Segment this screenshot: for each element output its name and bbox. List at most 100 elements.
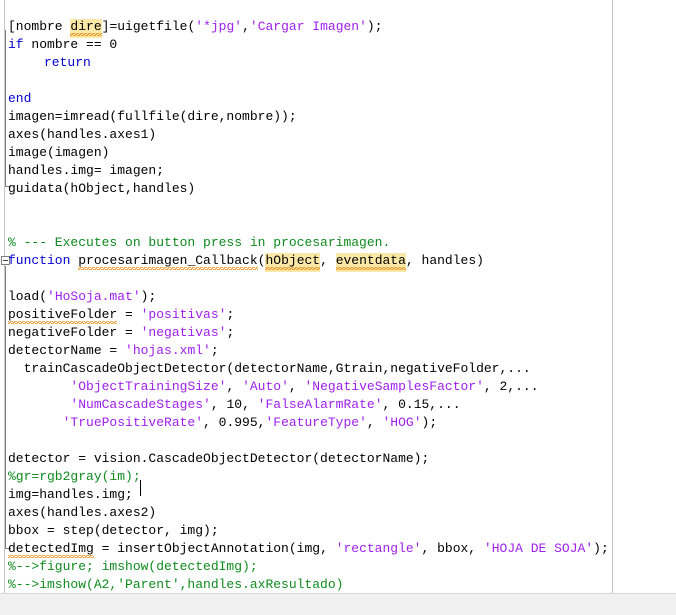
code-line-25[interactable]: detector = vision.CascadeObjectDetector(… (8, 450, 429, 468)
code-token: , 0.15,... (382, 397, 461, 412)
code-token: , bbox, (421, 541, 484, 556)
code-line-7[interactable]: axes(handles.axes1) (8, 126, 156, 144)
code-token: ); (140, 289, 157, 304)
code-token: load( (8, 289, 48, 304)
code-token: guidata(hObject,handles) (8, 181, 196, 196)
code-line-1[interactable]: [nombre dire]=uigetfile('*jpg','Cargar I… (8, 18, 383, 38)
string-token: 'NumCascadeStages' (70, 397, 211, 412)
variable-positivefolder[interactable]: positiveFolder (8, 307, 118, 324)
code-token: ; (226, 307, 235, 322)
code-line-6[interactable]: imagen=imread(fullfile(dire,nombre)); (8, 108, 297, 126)
code-token: imagen=imread(fullfile(dire,nombre)); (8, 109, 297, 124)
code-line-32-comment[interactable]: %-->imshow(A2,'Parent',handles.axResulta… (8, 576, 343, 594)
string-token: 'positivas' (140, 307, 227, 322)
code-token: img=handles.img; (8, 487, 133, 502)
code-token: , (320, 253, 336, 268)
code-line-22[interactable]: 'NumCascadeStages', 10, 'FalseAlarmRate'… (8, 396, 461, 414)
keyword-token: function (8, 253, 71, 268)
code-token: , (242, 19, 250, 34)
code-line-17[interactable]: positiveFolder = 'positivas'; (8, 306, 234, 324)
variable-negativefolder: negativeFolder (8, 325, 118, 340)
code-token: ); (421, 415, 438, 430)
code-token: , (405, 253, 422, 268)
comment-token: %-->figure; imshow(detectedImg); (8, 559, 258, 574)
code-line-30[interactable]: detectedImg = insertObjectAnnotation(img… (8, 540, 609, 558)
string-token: 'ObjectTrainingSize' (70, 379, 227, 394)
code-token: , (288, 379, 305, 394)
code-token: axes(handles.axes1) (8, 127, 157, 142)
string-token: '*jpg' (195, 19, 243, 34)
code-line-13-comment[interactable]: % --- Executes on button press in proces… (8, 234, 390, 252)
code-token: nombre == 0 (23, 37, 118, 52)
code-line-18[interactable]: negativeFolder = 'negativas'; (8, 324, 234, 342)
string-token: 'FalseAlarmRate' (257, 397, 383, 412)
code-token: = (117, 307, 141, 322)
comment-token: %-->imshow(A2,'Parent',handles.axResulta… (8, 577, 344, 592)
code-token: ; (210, 343, 219, 358)
keyword-token: return (44, 55, 91, 70)
code-line-16[interactable]: load('HoSoja.mat'); (8, 288, 156, 306)
string-token: 'rectangle' (335, 541, 422, 556)
code-line-2[interactable]: if nombre == 0 (8, 36, 117, 54)
function-name-token[interactable]: procesarimagen_Callback (78, 253, 258, 270)
code-line-5[interactable]: end (8, 90, 31, 108)
code-token: , 0.995, (203, 415, 266, 430)
code-token: [nombre (8, 19, 71, 34)
code-line-20[interactable]: trainCascadeObjectDetector(detectorName,… (8, 360, 531, 378)
comment-token: %gr=rgb2gray(im); (8, 469, 141, 484)
code-token: axes(handles.axes2) (8, 505, 157, 520)
string-token: 'NegativeSamplesFactor' (304, 379, 484, 394)
code-token: = (101, 343, 126, 358)
status-strip (0, 593, 676, 615)
string-token: 'Auto' (242, 379, 289, 394)
keyword-token: end (8, 91, 32, 106)
code-line-28[interactable]: axes(handles.axes2) (8, 504, 156, 522)
code-token: ]=uigetfile( (101, 19, 196, 34)
string-token: 'HOG' (382, 415, 422, 430)
code-token: ); (366, 19, 383, 34)
code-line-21[interactable]: 'ObjectTrainingSize', 'Auto', 'NegativeS… (8, 378, 539, 396)
highlighted-variable-eventdata[interactable]: eventdata (335, 253, 406, 272)
code-token: ); (593, 541, 609, 556)
code-line-26-comment[interactable]: %gr=rgb2gray(im); (8, 468, 141, 486)
code-token: trainCascadeObjectDetector(detectorName,… (8, 361, 531, 376)
variable-detectorname: detectorName (8, 343, 102, 358)
code-line-8[interactable]: image(imagen) (8, 144, 109, 162)
string-token: 'Cargar Imagen' (249, 19, 367, 34)
code-line-9[interactable]: handles.img= imagen; (8, 162, 164, 180)
code-line-14-function-decl[interactable]: function procesarimagen_Callback(hObject… (8, 252, 484, 272)
code-line-19[interactable]: detectorName = 'hojas.xml'; (8, 342, 219, 360)
highlighted-variable-hobject[interactable]: hObject (265, 253, 321, 272)
code-token: bbox = step(detector, img); (8, 523, 219, 538)
code-token: = insertObjectAnnotation(img, (93, 541, 336, 556)
code-token: , 2,... (483, 379, 539, 394)
code-token: handles (421, 253, 477, 268)
code-line-23[interactable]: 'TruePositiveRate', 0.995,'FeatureType',… (8, 414, 438, 432)
code-token: , 10, (210, 397, 258, 412)
code-line-31-comment[interactable]: %-->figure; imshow(detectedImg); (8, 558, 258, 576)
matlab-code-editor[interactable]: [nombre dire]=uigetfile('*jpg','Cargar I… (0, 0, 676, 615)
code-token: image(imagen) (8, 145, 110, 160)
code-token: detector = vision.CascadeObjectDetector(… (8, 451, 430, 466)
string-token: 'TruePositiveRate' (62, 415, 204, 430)
code-line-27[interactable]: img=handles.img; (8, 486, 133, 504)
keyword-token: if (8, 37, 24, 52)
code-line-3[interactable]: return (44, 54, 91, 72)
code-token: = (117, 325, 141, 340)
string-token: 'hojas.xml' (125, 343, 211, 358)
text-caret (140, 480, 141, 496)
code-line-10[interactable]: guidata(hObject,handles) (8, 180, 195, 198)
code-token: ; (226, 325, 235, 340)
code-line-29[interactable]: bbox = step(detector, img); (8, 522, 219, 540)
string-token: 'HOJA DE SOJA' (483, 541, 594, 556)
variable-detectedimg[interactable]: detectedImg (8, 541, 94, 558)
code-text-area[interactable]: [nombre dire]=uigetfile('*jpg','Cargar I… (0, 0, 676, 593)
code-token: , (366, 415, 383, 430)
string-token: 'negativas' (140, 325, 227, 340)
string-token: 'HoSoja.mat' (47, 289, 141, 304)
code-token: , (226, 379, 243, 394)
code-token: handles.img= imagen; (8, 163, 165, 178)
